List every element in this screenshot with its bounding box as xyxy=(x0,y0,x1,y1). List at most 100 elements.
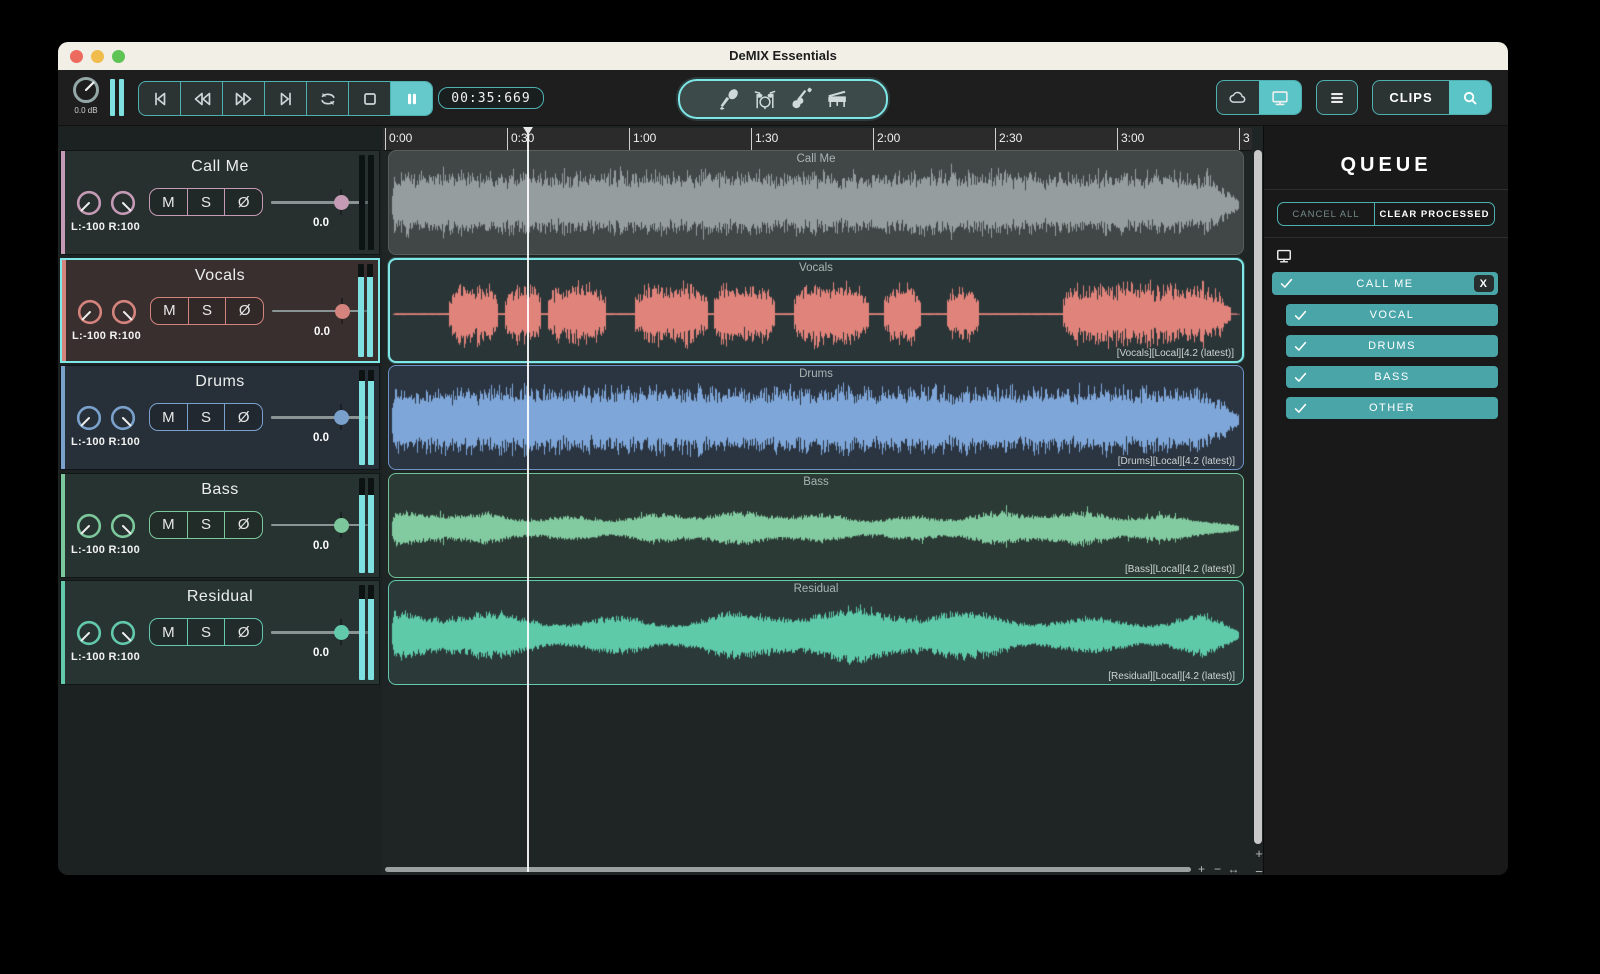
clip-call-me[interactable]: Call Me xyxy=(388,150,1244,255)
solo-button[interactable]: S xyxy=(188,404,226,430)
volume-slider[interactable] xyxy=(271,404,371,430)
phase-button[interactable]: Ø xyxy=(225,512,262,538)
pan-left-knob[interactable] xyxy=(75,619,103,647)
pan-left-knob[interactable] xyxy=(76,298,104,326)
source-toggle xyxy=(1216,80,1302,115)
skip-start-button[interactable] xyxy=(139,82,181,115)
volume-value: 0.0 xyxy=(313,647,329,659)
skip-end-button[interactable] xyxy=(265,82,307,115)
tick-label: 3 xyxy=(1243,131,1250,145)
guitar-icon[interactable] xyxy=(788,86,814,112)
vertical-scrollbar[interactable] xyxy=(1254,150,1262,844)
queue-stem-bass[interactable]: BASS xyxy=(1286,366,1498,388)
level-meter xyxy=(368,155,374,250)
tick-mark xyxy=(507,128,508,150)
fast-forward-button[interactable] xyxy=(223,82,265,115)
master-gain: 0.0 dB xyxy=(71,75,101,115)
phase-button[interactable]: Ø xyxy=(225,404,262,430)
volume-slider-thumb[interactable] xyxy=(334,517,349,533)
clip-vocals[interactable]: Vocals [Vocals][Local][4.2 (latest)] xyxy=(388,257,1244,363)
pan-right-knob[interactable] xyxy=(109,619,137,647)
search-button[interactable] xyxy=(1449,81,1491,114)
phase-button[interactable]: Ø xyxy=(225,619,262,645)
stop-button[interactable] xyxy=(349,82,391,115)
pan-left-knob[interactable] xyxy=(75,189,103,217)
solo-button[interactable]: S xyxy=(189,297,227,324)
queue-stem-other[interactable]: OTHER xyxy=(1286,397,1498,419)
waveform xyxy=(390,475,1242,576)
horizontal-zoom-out-button[interactable]: − xyxy=(1210,862,1225,875)
menu-button[interactable] xyxy=(1316,80,1358,115)
mute-button[interactable]: M xyxy=(150,404,188,430)
pan-range-label: L:-100 R:100 xyxy=(71,651,141,663)
clip-bass[interactable]: Bass [Bass][Local][4.2 (latest)] xyxy=(388,472,1244,578)
piano-icon[interactable] xyxy=(824,86,850,112)
pan-right-knob[interactable] xyxy=(110,298,138,326)
clip-residual[interactable]: Residual [Residual][Local][4.2 (latest)] xyxy=(388,580,1244,685)
phase-button[interactable]: Ø xyxy=(225,189,262,215)
level-meter xyxy=(359,370,365,465)
volume-slider-thumb[interactable] xyxy=(334,625,349,640)
clip-version-tag: [Drums][Local][4.2 (latest)] xyxy=(1117,456,1235,467)
mute-solo-phase-group: MSØ xyxy=(149,510,263,539)
horizontal-zoom-fit-button[interactable]: ↔ xyxy=(1226,862,1241,875)
pause-button[interactable] xyxy=(391,82,432,115)
clear-processed-button[interactable]: CLEAR PROCESSED xyxy=(1375,203,1494,225)
mute-button[interactable]: M xyxy=(150,189,188,215)
mute-button[interactable]: M xyxy=(150,511,188,538)
time-display: 00:35:669 xyxy=(438,87,544,109)
track-header-drums[interactable]: Drums L:-100 R:100 M S Ø 0.0 xyxy=(60,365,380,470)
toolbar: 0.0 dB 00:35:669 CLIPS xyxy=(58,70,1508,126)
track-header-call-me[interactable]: Call Me L:-100 R:100 M S Ø 0.0 xyxy=(60,150,380,255)
mute-button[interactable]: M xyxy=(150,619,188,645)
queue-job-call-me[interactable]: CALL ME X xyxy=(1272,272,1498,295)
loop-button[interactable] xyxy=(307,82,349,115)
mute-button[interactable]: M xyxy=(151,297,189,324)
remove-job-button[interactable]: X xyxy=(1474,275,1494,292)
pan-right-knob[interactable] xyxy=(109,404,137,432)
volume-slider[interactable] xyxy=(271,619,371,645)
horizontal-scrollbar[interactable] xyxy=(385,867,1191,872)
drum-kit-icon[interactable] xyxy=(752,86,778,112)
track-header-residual[interactable]: Residual L:-100 R:100 M S Ø 0.0 xyxy=(60,580,380,685)
phase-button[interactable]: Ø xyxy=(226,298,263,324)
pan-left-knob[interactable] xyxy=(75,512,103,540)
playhead[interactable] xyxy=(522,127,533,872)
queue-stem-vocal[interactable]: VOCAL xyxy=(1286,304,1498,326)
master-meter-right xyxy=(119,79,124,116)
cloud-button[interactable] xyxy=(1217,81,1259,114)
volume-value: 0.0 xyxy=(314,325,330,338)
track-header-vocals[interactable]: Vocals L:-100 R:100 M S Ø 0.0 xyxy=(60,257,380,363)
queue-stem-drums[interactable]: DRUMS xyxy=(1286,335,1498,357)
mute-solo-phase-group: MSØ xyxy=(149,618,263,646)
pan-right-knob[interactable] xyxy=(109,512,137,540)
volume-slider-thumb[interactable] xyxy=(334,410,349,425)
tick-mark xyxy=(995,128,996,150)
volume-slider-thumb[interactable] xyxy=(335,303,350,319)
cancel-all-button[interactable]: CANCEL ALL xyxy=(1278,203,1376,225)
timeline-ruler[interactable]: 0:00 0:30 1:00 1:30 2:00 2:30 3:00 3 xyxy=(383,128,1252,151)
level-meter xyxy=(359,477,365,573)
gain-knob-icon[interactable] xyxy=(71,75,101,105)
level-meter xyxy=(359,585,365,680)
volume-value: 0.0 xyxy=(313,539,329,552)
clip-version-tag: [Bass][Local][4.2 (latest)] xyxy=(1124,563,1235,575)
clip-title: Drums xyxy=(799,368,833,380)
queue-stem-label: DRUMS xyxy=(1368,340,1416,352)
monitor-button[interactable] xyxy=(1259,81,1301,114)
volume-slider[interactable] xyxy=(271,189,371,215)
volume-slider-thumb[interactable] xyxy=(334,195,349,210)
horizontal-zoom-in-button[interactable]: + xyxy=(1194,862,1209,875)
clips-button[interactable]: CLIPS xyxy=(1373,81,1449,114)
pan-left-knob[interactable] xyxy=(75,404,103,432)
rewind-button[interactable] xyxy=(181,82,223,115)
pan-right-knob[interactable] xyxy=(109,189,137,217)
solo-button[interactable]: S xyxy=(188,619,226,645)
volume-slider[interactable] xyxy=(271,511,371,538)
clip-drums[interactable]: Drums [Drums][Local][4.2 (latest)] xyxy=(388,365,1244,470)
microphone-icon[interactable] xyxy=(716,86,742,112)
solo-button[interactable]: S xyxy=(188,511,226,538)
volume-slider[interactable] xyxy=(272,297,372,324)
track-header-bass[interactable]: Bass L:-100 R:100 M S Ø 0.0 xyxy=(60,472,380,578)
solo-button[interactable]: S xyxy=(188,189,226,215)
